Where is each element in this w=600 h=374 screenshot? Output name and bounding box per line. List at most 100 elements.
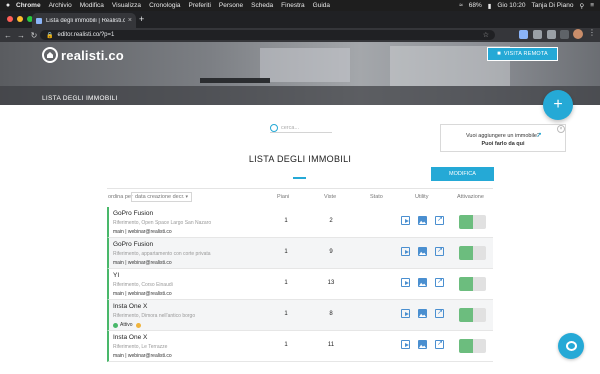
- activation-toggle[interactable]: [459, 277, 486, 291]
- property-views: 13: [327, 280, 335, 286]
- new-tab-button[interactable]: +: [139, 14, 144, 24]
- play-tour-icon[interactable]: [401, 247, 410, 256]
- image-gallery-icon[interactable]: [418, 278, 427, 287]
- row-utilities: [401, 339, 452, 349]
- table-top-divider: [107, 188, 493, 189]
- menu-chrome[interactable]: Chrome: [16, 2, 41, 9]
- user-name[interactable]: Tanja Di Piano: [532, 2, 574, 9]
- modifica-button[interactable]: MODIFICA: [431, 167, 494, 181]
- property-reference: Riferimento, Open Space Largo San Nazaro: [113, 220, 212, 226]
- open-external-icon[interactable]: [435, 277, 444, 287]
- tip-line-1: Vuoi aggiungere un immobile?: [465, 133, 541, 139]
- tip-close-button[interactable]: ×: [557, 125, 565, 133]
- chat-bubble-icon: [565, 341, 577, 351]
- url-text[interactable]: editor.realisti.co/?p=1: [57, 32, 114, 38]
- close-window-button[interactable]: [7, 16, 13, 22]
- play-tour-icon[interactable]: [401, 216, 410, 225]
- bookmark-star-icon[interactable]: ☆: [483, 31, 489, 39]
- table-row[interactable]: GoPro Fusion Riferimento, Open Space Lar…: [107, 207, 493, 238]
- logo-text: realisti.co: [61, 47, 124, 63]
- battery-icon: ▮: [487, 2, 492, 10]
- menu-guida[interactable]: Guida: [313, 2, 330, 9]
- property-name[interactable]: Insta One X: [113, 334, 147, 341]
- tab-title: Lista degli immobili | Realisti.co: [46, 17, 125, 24]
- chrome-menu-icon[interactable]: ⋮: [588, 28, 596, 37]
- chevron-down-icon[interactable]: ▾: [185, 194, 188, 200]
- toggle-knob: [459, 277, 473, 291]
- close-tab-icon[interactable]: ×: [128, 17, 132, 24]
- visita-remota-button[interactable]: ■ VISITA REMOTA: [487, 47, 558, 61]
- menu-cronologia[interactable]: Cronologia: [149, 2, 180, 9]
- activation-toggle[interactable]: [459, 215, 486, 229]
- open-external-icon[interactable]: [435, 339, 444, 349]
- play-tour-icon[interactable]: [401, 278, 410, 287]
- image-gallery-icon[interactable]: [418, 247, 427, 256]
- sort-select[interactable]: data creazione decr. ▾: [131, 192, 192, 202]
- reload-icon[interactable]: ↻: [29, 31, 39, 40]
- menu-modifica[interactable]: Modifica: [80, 2, 104, 9]
- profile-avatar[interactable]: [573, 29, 583, 39]
- extension-icon-2[interactable]: [533, 30, 542, 39]
- control-center-icon[interactable]: ≡: [590, 2, 594, 9]
- open-external-icon[interactable]: [435, 246, 444, 256]
- menu-persone[interactable]: Persone: [219, 2, 243, 9]
- menu-archivio[interactable]: Archivio: [49, 2, 72, 9]
- back-arrow-icon[interactable]: ←: [3, 31, 13, 40]
- image-gallery-icon[interactable]: [418, 340, 427, 349]
- browser-toolbar: ← → ↻ 🔒 editor.realisti.co/?p=1 ☆: [0, 28, 600, 42]
- realisti-logo[interactable]: realisti.co: [42, 47, 124, 63]
- menu-finestra[interactable]: Finestra: [281, 2, 304, 9]
- table-row[interactable]: GoPro Fusion Riferimento, appartamento c…: [107, 238, 493, 269]
- hero-banner: realisti.co ■ VISITA REMOTA LISTA DEGLI …: [0, 42, 600, 105]
- menu-preferiti[interactable]: Preferiti: [189, 2, 211, 9]
- property-name[interactable]: YI: [113, 272, 119, 279]
- open-external-icon[interactable]: [435, 308, 444, 318]
- favicon-icon: [36, 17, 42, 24]
- menu-scheda[interactable]: Scheda: [251, 2, 273, 9]
- property-status: Attivo: [113, 322, 141, 328]
- extensions-puzzle-icon[interactable]: [547, 30, 556, 39]
- clock[interactable]: Gio 10:20: [497, 2, 525, 9]
- property-owner: main | webinar@realisti.co: [113, 229, 172, 235]
- image-gallery-icon[interactable]: [418, 216, 427, 225]
- menu-visualizza[interactable]: Visualizza: [112, 2, 141, 9]
- menubar-status: ≈ 68% ▮ Gio 10:20 Tanja Di Piano ⚲ ≡: [453, 2, 600, 10]
- address-bar[interactable]: 🔒 editor.realisti.co/?p=1 ☆: [40, 30, 495, 40]
- extension-icon-3[interactable]: [560, 30, 569, 39]
- property-name[interactable]: GoPro Fusion: [113, 241, 153, 248]
- toggle-knob: [459, 215, 473, 229]
- hero-section-title: LISTA DEGLI IMMOBILI: [42, 95, 118, 102]
- row-utilities: [401, 308, 452, 318]
- title-underline: [293, 177, 306, 179]
- activation-toggle[interactable]: [459, 308, 486, 322]
- activation-toggle[interactable]: [459, 339, 486, 353]
- sort-select-value[interactable]: data creazione decr.: [135, 194, 185, 200]
- column-header-stato: Stato: [370, 194, 383, 200]
- table-row[interactable]: Insta One X Riferimento, Dimora nell'ant…: [107, 300, 493, 331]
- table-row[interactable]: Insta One X Riferimento, Le Terrazze mai…: [107, 331, 493, 362]
- lock-icon[interactable]: 🔒: [46, 32, 53, 39]
- search-icon[interactable]: ⚲: [579, 2, 584, 10]
- table-row[interactable]: YI Riferimento, Corso Einaudi main | web…: [107, 269, 493, 300]
- add-property-button[interactable]: +: [543, 90, 573, 120]
- play-tour-icon[interactable]: [401, 309, 410, 318]
- search-placeholder[interactable]: cerca...: [281, 125, 299, 131]
- extension-icon-1[interactable]: [519, 30, 528, 39]
- property-name[interactable]: Insta One X: [113, 303, 147, 310]
- forward-arrow-icon[interactable]: →: [16, 31, 26, 40]
- open-external-icon[interactable]: [435, 215, 444, 225]
- wifi-icon[interactable]: ≈: [459, 2, 463, 9]
- column-header-viste: Viste: [324, 194, 337, 200]
- battery-percent[interactable]: 68%: [469, 2, 482, 9]
- activation-toggle[interactable]: [459, 246, 486, 260]
- search-field[interactable]: cerca...: [270, 123, 332, 133]
- apple-menu-icon[interactable]: ●: [0, 2, 16, 9]
- chat-support-button[interactable]: [558, 333, 584, 359]
- minimize-window-button[interactable]: [17, 16, 23, 22]
- play-tour-icon[interactable]: [401, 340, 410, 349]
- image-gallery-icon[interactable]: [418, 309, 427, 318]
- property-name[interactable]: GoPro Fusion: [113, 210, 153, 217]
- browser-tab-active[interactable]: Lista degli immobili | Realisti.co ×: [32, 13, 136, 28]
- column-header-utility: Utility: [415, 194, 429, 200]
- property-reference: Riferimento, Dimora nell'antico borgo: [113, 313, 196, 319]
